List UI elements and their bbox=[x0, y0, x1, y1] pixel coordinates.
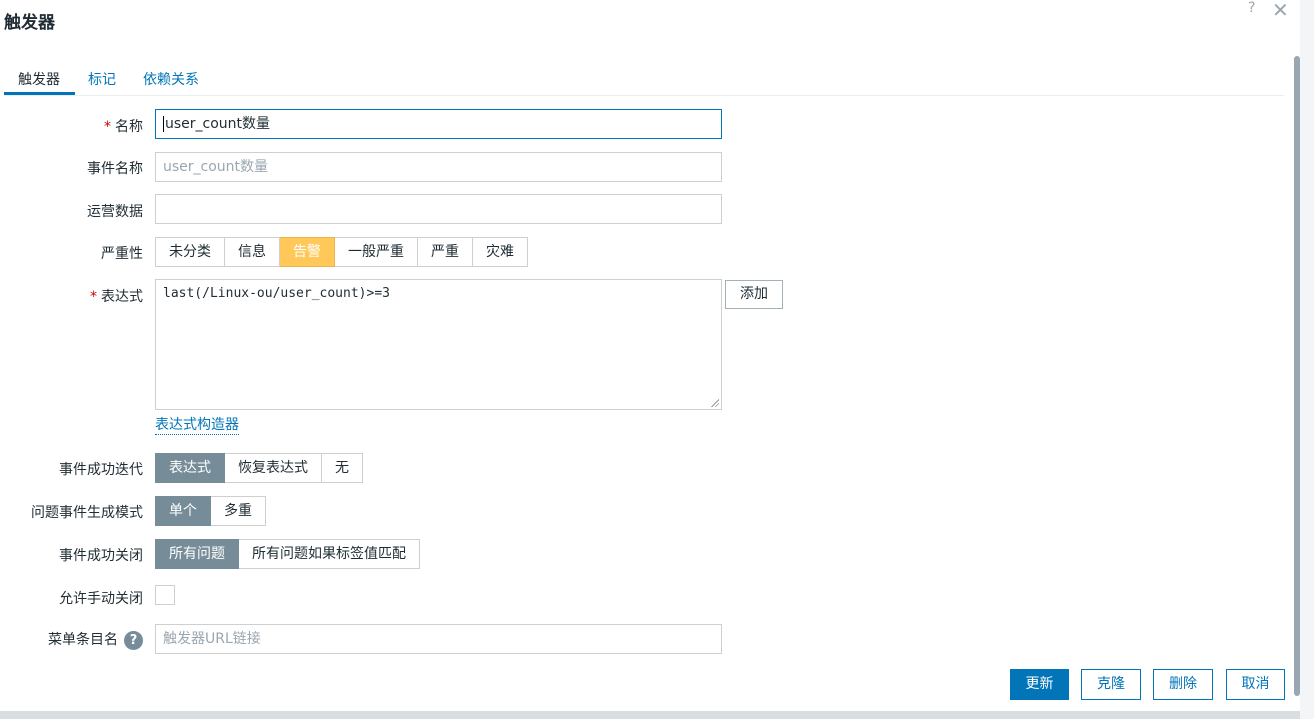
ok-close-label: 事件成功关闭 bbox=[59, 548, 143, 564]
event-name-label: 事件名称 bbox=[87, 161, 143, 177]
name-label: * 名称 bbox=[104, 119, 143, 135]
manual-close-label: 允许手动关闭 bbox=[59, 591, 143, 607]
severity-disaster[interactable]: 灾难 bbox=[473, 237, 528, 267]
url-name-label: 菜单条目名? bbox=[48, 629, 143, 650]
severity-label: 严重性 bbox=[101, 246, 143, 262]
ok-event-expression[interactable]: 表达式 bbox=[155, 453, 225, 483]
ok-close-selector: 所有问题 所有问题如果标签值匹配 bbox=[155, 539, 420, 569]
update-button[interactable]: 更新 bbox=[1010, 669, 1069, 700]
tab-trigger[interactable]: 触发器 bbox=[18, 69, 60, 89]
ok-close-all-problems[interactable]: 所有问题 bbox=[155, 539, 239, 569]
tab-bar: 触发器 标记 依赖关系 bbox=[4, 60, 1284, 96]
severity-selector: 未分类 信息 告警 一般严重 严重 灾难 bbox=[155, 237, 528, 267]
severity-average[interactable]: 一般严重 bbox=[335, 237, 418, 267]
url-name-input[interactable]: 触发器URL链接 bbox=[155, 624, 722, 654]
ok-event-label: 事件成功迭代 bbox=[59, 462, 143, 478]
close-icon[interactable]: ✕ bbox=[1272, 0, 1289, 22]
resize-handle-icon[interactable] bbox=[711, 399, 719, 407]
active-tab-indicator bbox=[4, 92, 75, 95]
scrollbar-thumb[interactable] bbox=[1294, 56, 1300, 696]
opdata-label: 运营数据 bbox=[87, 204, 143, 220]
ok-event-recovery-expression[interactable]: 恢复表达式 bbox=[225, 453, 322, 483]
background-page-bottom bbox=[0, 711, 1300, 719]
help-icon[interactable]: ? bbox=[1248, 0, 1255, 16]
expression-text: last(/Linux-ou/user_count)>=3 bbox=[163, 286, 390, 301]
tab-tags[interactable]: 标记 bbox=[88, 69, 116, 89]
delete-button[interactable]: 删除 bbox=[1153, 669, 1213, 700]
cancel-button[interactable]: 取消 bbox=[1226, 669, 1285, 700]
problem-mode-label: 问题事件生成模式 bbox=[31, 505, 143, 521]
severity-not-classified[interactable]: 未分类 bbox=[155, 237, 225, 267]
ok-close-tag-match[interactable]: 所有问题如果标签值匹配 bbox=[239, 539, 420, 569]
problem-mode-selector: 单个 多重 bbox=[155, 496, 266, 526]
add-expression-button[interactable]: 添加 bbox=[725, 280, 783, 309]
ok-event-none[interactable]: 无 bbox=[322, 453, 363, 483]
severity-high[interactable]: 严重 bbox=[418, 237, 473, 267]
ok-event-selector: 表达式 恢复表达式 无 bbox=[155, 453, 363, 483]
dialog-title: 触发器 bbox=[4, 13, 55, 33]
scrollbar[interactable] bbox=[1294, 50, 1300, 702]
required-mark: * bbox=[104, 119, 111, 135]
problem-mode-multiple[interactable]: 多重 bbox=[211, 496, 266, 526]
severity-information[interactable]: 信息 bbox=[225, 237, 280, 267]
problem-mode-single[interactable]: 单个 bbox=[155, 496, 211, 526]
expression-textarea[interactable]: last(/Linux-ou/user_count)>=3 bbox=[155, 279, 722, 410]
clone-button[interactable]: 克隆 bbox=[1081, 669, 1141, 700]
text-caret bbox=[163, 116, 164, 132]
expression-constructor-link[interactable]: 表达式构造器 bbox=[155, 417, 239, 435]
severity-warning[interactable]: 告警 bbox=[280, 237, 335, 267]
expression-label: * 表达式 bbox=[90, 289, 143, 305]
manual-close-checkbox[interactable] bbox=[155, 585, 175, 605]
event-name-input[interactable]: user_count数量 bbox=[155, 152, 722, 182]
help-icon[interactable]: ? bbox=[124, 630, 143, 650]
name-input[interactable]: user_count数量 bbox=[155, 109, 722, 139]
opdata-input[interactable] bbox=[155, 194, 722, 224]
background-page-right bbox=[1300, 0, 1314, 719]
required-mark: * bbox=[90, 289, 97, 305]
tab-dependencies[interactable]: 依赖关系 bbox=[143, 69, 199, 89]
